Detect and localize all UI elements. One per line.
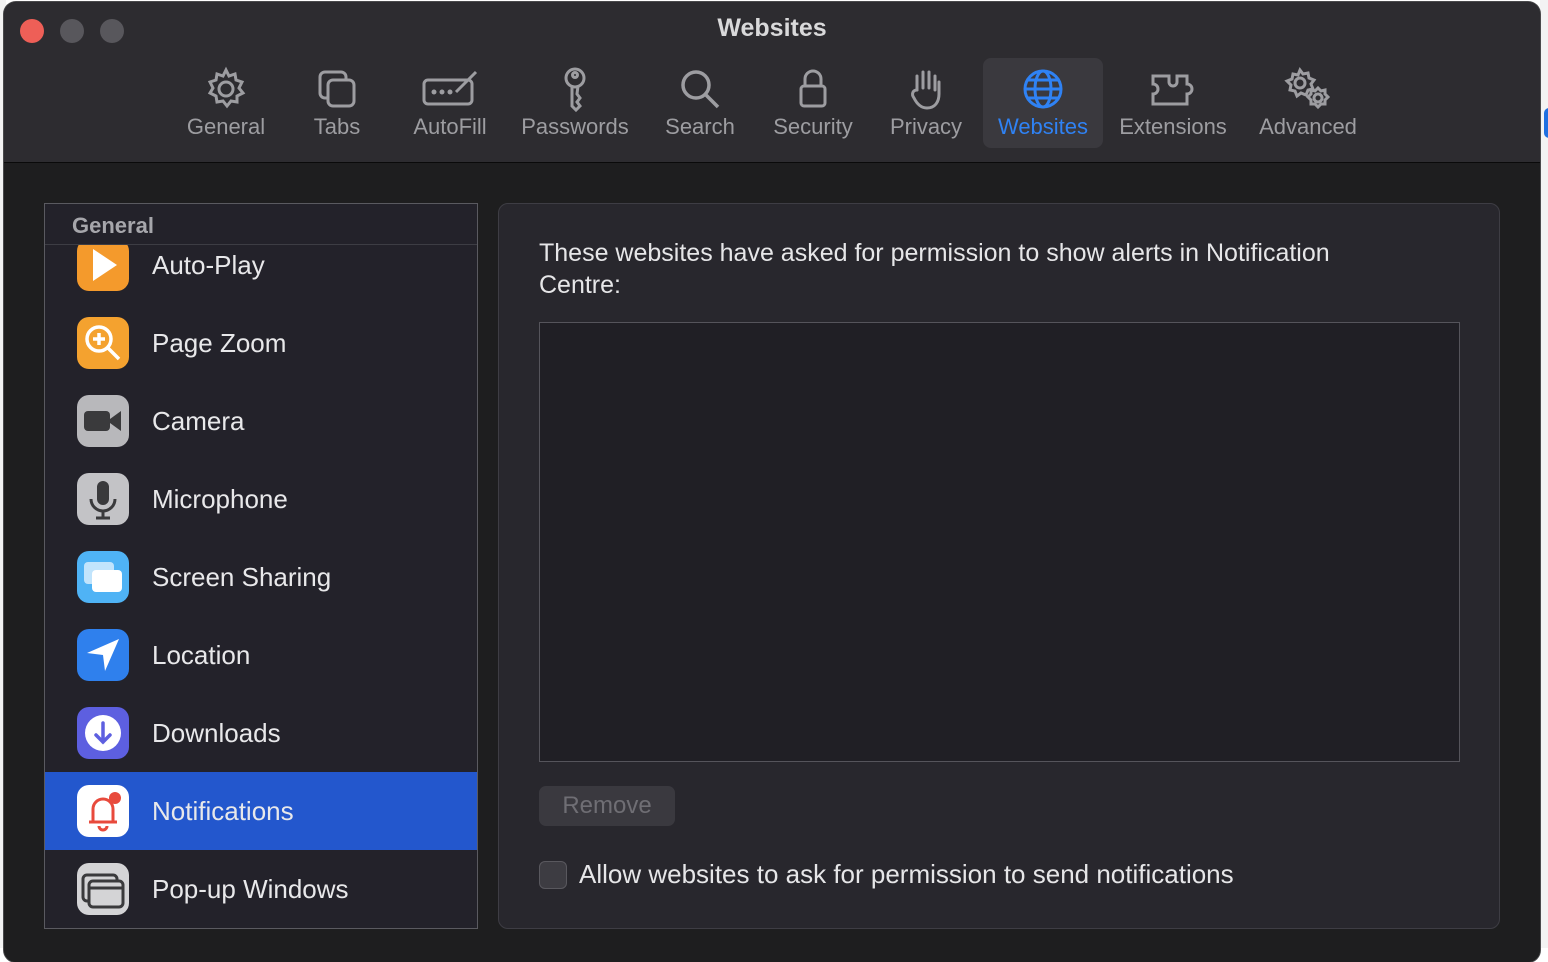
websites-list[interactable]: [539, 322, 1460, 762]
puzzle-icon: [1114, 66, 1232, 112]
sidebar-item-popup-windows[interactable]: Pop-up Windows: [45, 850, 477, 928]
gear-icon: [176, 66, 276, 112]
titlebar: Websites General Tabs AutoFill Passwords: [4, 2, 1540, 163]
sidebar-item-label: Screen Sharing: [152, 562, 332, 592]
autofill-icon: [400, 66, 500, 112]
sidebar-item-label: Location: [152, 640, 251, 670]
search-icon: [652, 66, 748, 112]
allow-notifications-label[interactable]: Allow websites to ask for permission to …: [579, 859, 1234, 890]
tab-general[interactable]: General: [176, 58, 276, 148]
sidebar-item-camera[interactable]: Camera: [45, 382, 477, 460]
sidebar-item-label: Microphone: [152, 484, 288, 514]
tab-tabs-label: Tabs: [313, 114, 361, 139]
screen-sharing-icon: [77, 551, 129, 603]
sidebar-item-label: Page Zoom: [152, 328, 287, 358]
sidebar-item-screen-sharing[interactable]: Screen Sharing: [45, 538, 477, 616]
sidebar-item-page-zoom[interactable]: Page Zoom: [45, 304, 477, 382]
globe-icon: [983, 66, 1103, 112]
tab-search-label: Search: [665, 114, 735, 139]
sidebar-item-downloads[interactable]: Downloads: [45, 694, 477, 772]
sidebar-item-label: Notifications: [152, 796, 294, 826]
tab-privacy[interactable]: Privacy: [878, 58, 974, 148]
tab-tabs[interactable]: Tabs: [297, 58, 377, 148]
sidebar-item-notifications[interactable]: Notifications: [45, 772, 477, 850]
preferences-window: Websites General Tabs AutoFill Passwords: [4, 2, 1540, 962]
allow-notifications-checkbox[interactable]: [539, 861, 567, 889]
tab-security[interactable]: Security: [760, 58, 866, 148]
website-settings-sidebar: General Auto-Play Page Zoom Camera Micro…: [44, 203, 478, 929]
sidebar-item-microphone[interactable]: Microphone: [45, 460, 477, 538]
tab-search[interactable]: Search: [652, 58, 748, 148]
sidebar-section-title: General: [72, 213, 154, 238]
tab-passwords-label: Passwords: [521, 114, 629, 139]
lock-icon: [760, 66, 866, 112]
background-accent: [1544, 108, 1548, 138]
tab-privacy-label: Privacy: [889, 114, 963, 139]
tab-websites[interactable]: Websites: [983, 58, 1103, 148]
zoom-icon: [77, 317, 129, 369]
popup-window-icon: [77, 863, 129, 915]
download-icon: [77, 707, 129, 759]
tab-autofill[interactable]: AutoFill: [400, 58, 500, 148]
tab-websites-label: Websites: [997, 114, 1089, 139]
content-area: General Auto-Play Page Zoom Camera Micro…: [4, 163, 1540, 962]
bell-icon: [77, 785, 129, 837]
remove-button[interactable]: Remove: [539, 786, 675, 826]
tab-advanced-label: Advanced: [1259, 114, 1357, 139]
key-icon: [510, 66, 640, 112]
tab-autofill-label: AutoFill: [413, 114, 487, 139]
tab-passwords[interactable]: Passwords: [510, 58, 640, 148]
camera-icon: [77, 395, 129, 447]
location-icon: [77, 629, 129, 681]
tabs-icon: [297, 66, 377, 112]
sidebar-item-label: Downloads: [152, 718, 281, 748]
sidebar-section-header: General: [45, 204, 477, 245]
hand-icon: [878, 66, 974, 112]
permission-description: These websites have asked for permission…: [539, 239, 1330, 299]
window-title: Websites: [717, 14, 827, 42]
notifications-panel: These websites have asked for permission…: [498, 203, 1500, 929]
sidebar-item-label: Auto-Play: [152, 250, 265, 280]
background-right-edge: [1540, 0, 1548, 948]
sidebar-item-label: Pop-up Windows: [152, 874, 349, 904]
tab-extensions[interactable]: Extensions: [1114, 58, 1232, 148]
gears-icon: [1252, 66, 1364, 112]
sidebar-item-location[interactable]: Location: [45, 616, 477, 694]
tab-advanced[interactable]: Advanced: [1252, 58, 1364, 148]
tab-security-label: Security: [773, 114, 853, 139]
play-icon: [77, 239, 129, 291]
sidebar-item-label: Camera: [152, 406, 245, 436]
tab-general-label: General: [186, 114, 266, 139]
microphone-icon: [77, 473, 129, 525]
tab-extensions-label: Extensions: [1119, 114, 1227, 139]
